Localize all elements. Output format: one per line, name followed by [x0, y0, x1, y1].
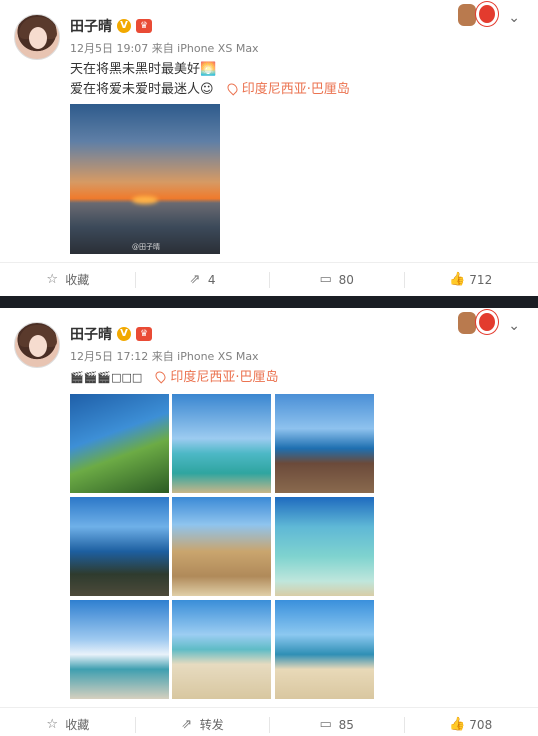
post-text-line-1: 🎬🎬🎬□□□ 印度尼西亚·巴厘岛: [70, 369, 279, 385]
sunset-emoji-icon: 🌅: [200, 62, 217, 77]
thumbs-up-icon: 👍: [449, 272, 466, 287]
avatar[interactable]: [14, 322, 60, 368]
favorite-button[interactable]: ☆ 收藏: [0, 263, 135, 296]
repost-button[interactable]: ⇗ 转发: [134, 708, 270, 736]
star-icon: ☆: [46, 272, 59, 287]
post-text-line-1: 天在将黑未黑时最美好🌅: [70, 62, 217, 77]
comment-icon: ▭: [319, 717, 332, 732]
like-button[interactable]: 👍 708: [403, 708, 538, 736]
grid-photo-5[interactable]: [172, 497, 271, 596]
grid-photo-8[interactable]: [172, 600, 271, 699]
grid-photo-1[interactable]: [70, 394, 169, 493]
comment-icon: ▭: [319, 272, 332, 287]
bear-sticker-icon: [458, 4, 476, 26]
weibo-post-2: 田子晴 V ♛ ⌄ 12月5日 17:12 来自 iPhone XS Max 🎬…: [0, 308, 538, 736]
favorite-button[interactable]: ☆ 收藏: [0, 708, 135, 736]
post-text-line-2: 爱在将爱未爱时最迷人☺ 印度尼西亚·巴厘岛: [70, 81, 350, 97]
repost-button[interactable]: ⇗ 4: [134, 263, 270, 296]
comment-button[interactable]: ▭ 85: [269, 708, 404, 736]
action-bar: ☆ 收藏 ⇗ 转发 ▭ 85 👍 708: [0, 707, 538, 736]
sticker-badges: [458, 310, 500, 336]
grid-photo-7[interactable]: [70, 600, 169, 699]
sun-shape: [132, 196, 158, 204]
user-row: 田子晴 V ♛: [70, 324, 152, 344]
action-bar: ☆ 收藏 ⇗ 4 ▭ 80 👍 712: [0, 262, 538, 296]
post-photo-sunset[interactable]: @田子晴: [70, 104, 220, 254]
thumbs-up-icon: 👍: [449, 717, 466, 732]
sticker-badges: [458, 2, 500, 28]
repost-icon: ⇗: [181, 717, 193, 732]
chevron-down-icon[interactable]: ⌄: [508, 318, 520, 334]
star-icon: ☆: [46, 717, 59, 732]
post-meta[interactable]: 12月5日 19:07 来自 iPhone XS Max: [70, 40, 259, 56]
location-link[interactable]: 印度尼西亚·巴厘岛: [225, 81, 350, 97]
location-pin-icon: [153, 369, 168, 384]
weibo-post-1: 田子晴 V ♛ ⌄ 12月5日 19:07 来自 iPhone XS Max 天…: [0, 0, 538, 296]
grid-photo-3[interactable]: [275, 394, 374, 493]
smile-emoji-icon: ☺: [200, 82, 214, 97]
user-row: 田子晴 V ♛: [70, 16, 152, 36]
username[interactable]: 田子晴: [70, 324, 112, 344]
post-divider: [0, 296, 538, 308]
grid-photo-9[interactable]: [275, 600, 374, 699]
avatar[interactable]: [14, 14, 60, 60]
grid-photo-2[interactable]: [172, 394, 271, 493]
photo-watermark: @田子晴: [132, 243, 160, 251]
like-button[interactable]: 👍 712: [403, 263, 538, 296]
post-meta[interactable]: 12月5日 17:12 来自 iPhone XS Max: [70, 348, 259, 364]
verified-badge-icon: V: [117, 327, 131, 341]
username[interactable]: 田子晴: [70, 16, 112, 36]
mascot-sticker-icon: [476, 2, 498, 26]
grid-photo-4[interactable]: [70, 497, 169, 596]
mascot-sticker-icon: [476, 310, 498, 334]
verified-badge-icon: V: [117, 19, 131, 33]
location-link[interactable]: 印度尼西亚·巴厘岛: [153, 369, 279, 385]
comment-button[interactable]: ▭ 80: [269, 263, 404, 296]
chevron-down-icon[interactable]: ⌄: [508, 10, 520, 26]
member-crown-icon: ♛: [136, 19, 152, 33]
member-crown-icon: ♛: [136, 327, 152, 341]
location-pin-icon: [225, 81, 240, 96]
grid-photo-6[interactable]: [275, 497, 374, 596]
bear-sticker-icon: [458, 312, 476, 334]
repost-icon: ⇗: [189, 272, 201, 287]
